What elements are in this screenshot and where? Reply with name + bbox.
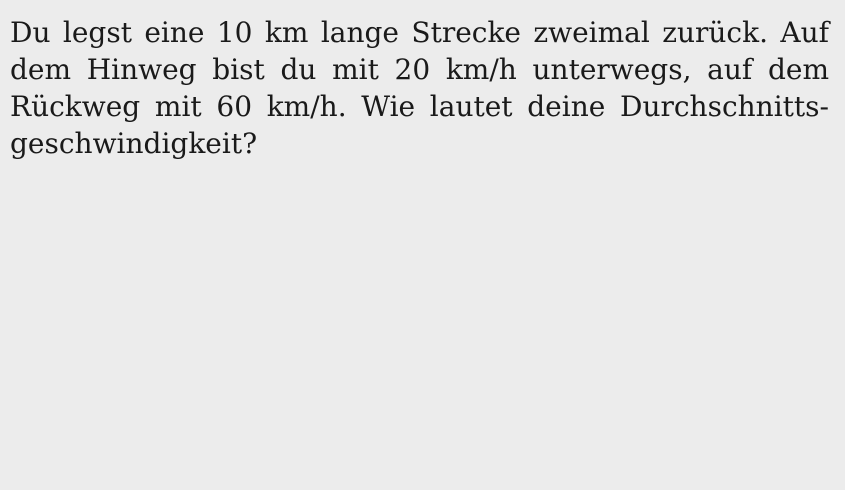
problem-line-4: geschwindigkeit?	[10, 127, 258, 160]
problem-statement: Du legst eine 10 km lange Strecke zweima…	[10, 14, 829, 162]
problem-line-1: Du legst eine 10 km lange Strecke zweima…	[10, 16, 829, 49]
document-page: Du legst eine 10 km lange Strecke zweima…	[0, 0, 845, 490]
problem-line-2: dem Hinweg bist du mit 20 km/h unterwegs…	[10, 53, 829, 86]
problem-line-3: Rückweg mit 60 km/h. Wie lautet deine Du…	[10, 90, 829, 123]
